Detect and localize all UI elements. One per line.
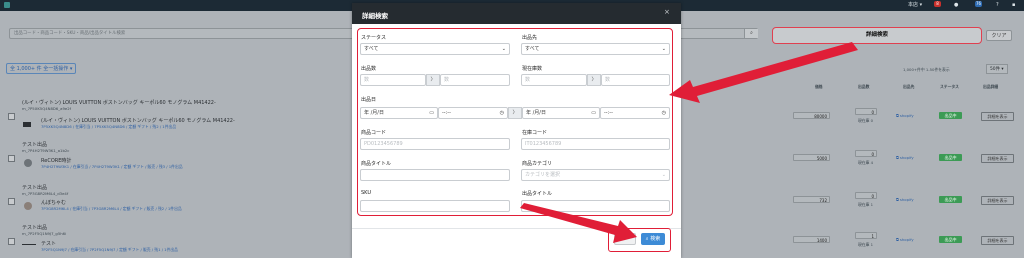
annotation-arrows: [520, 42, 858, 243]
arrow-to-search-button: [520, 203, 637, 243]
arrow-to-form: [669, 42, 858, 103]
